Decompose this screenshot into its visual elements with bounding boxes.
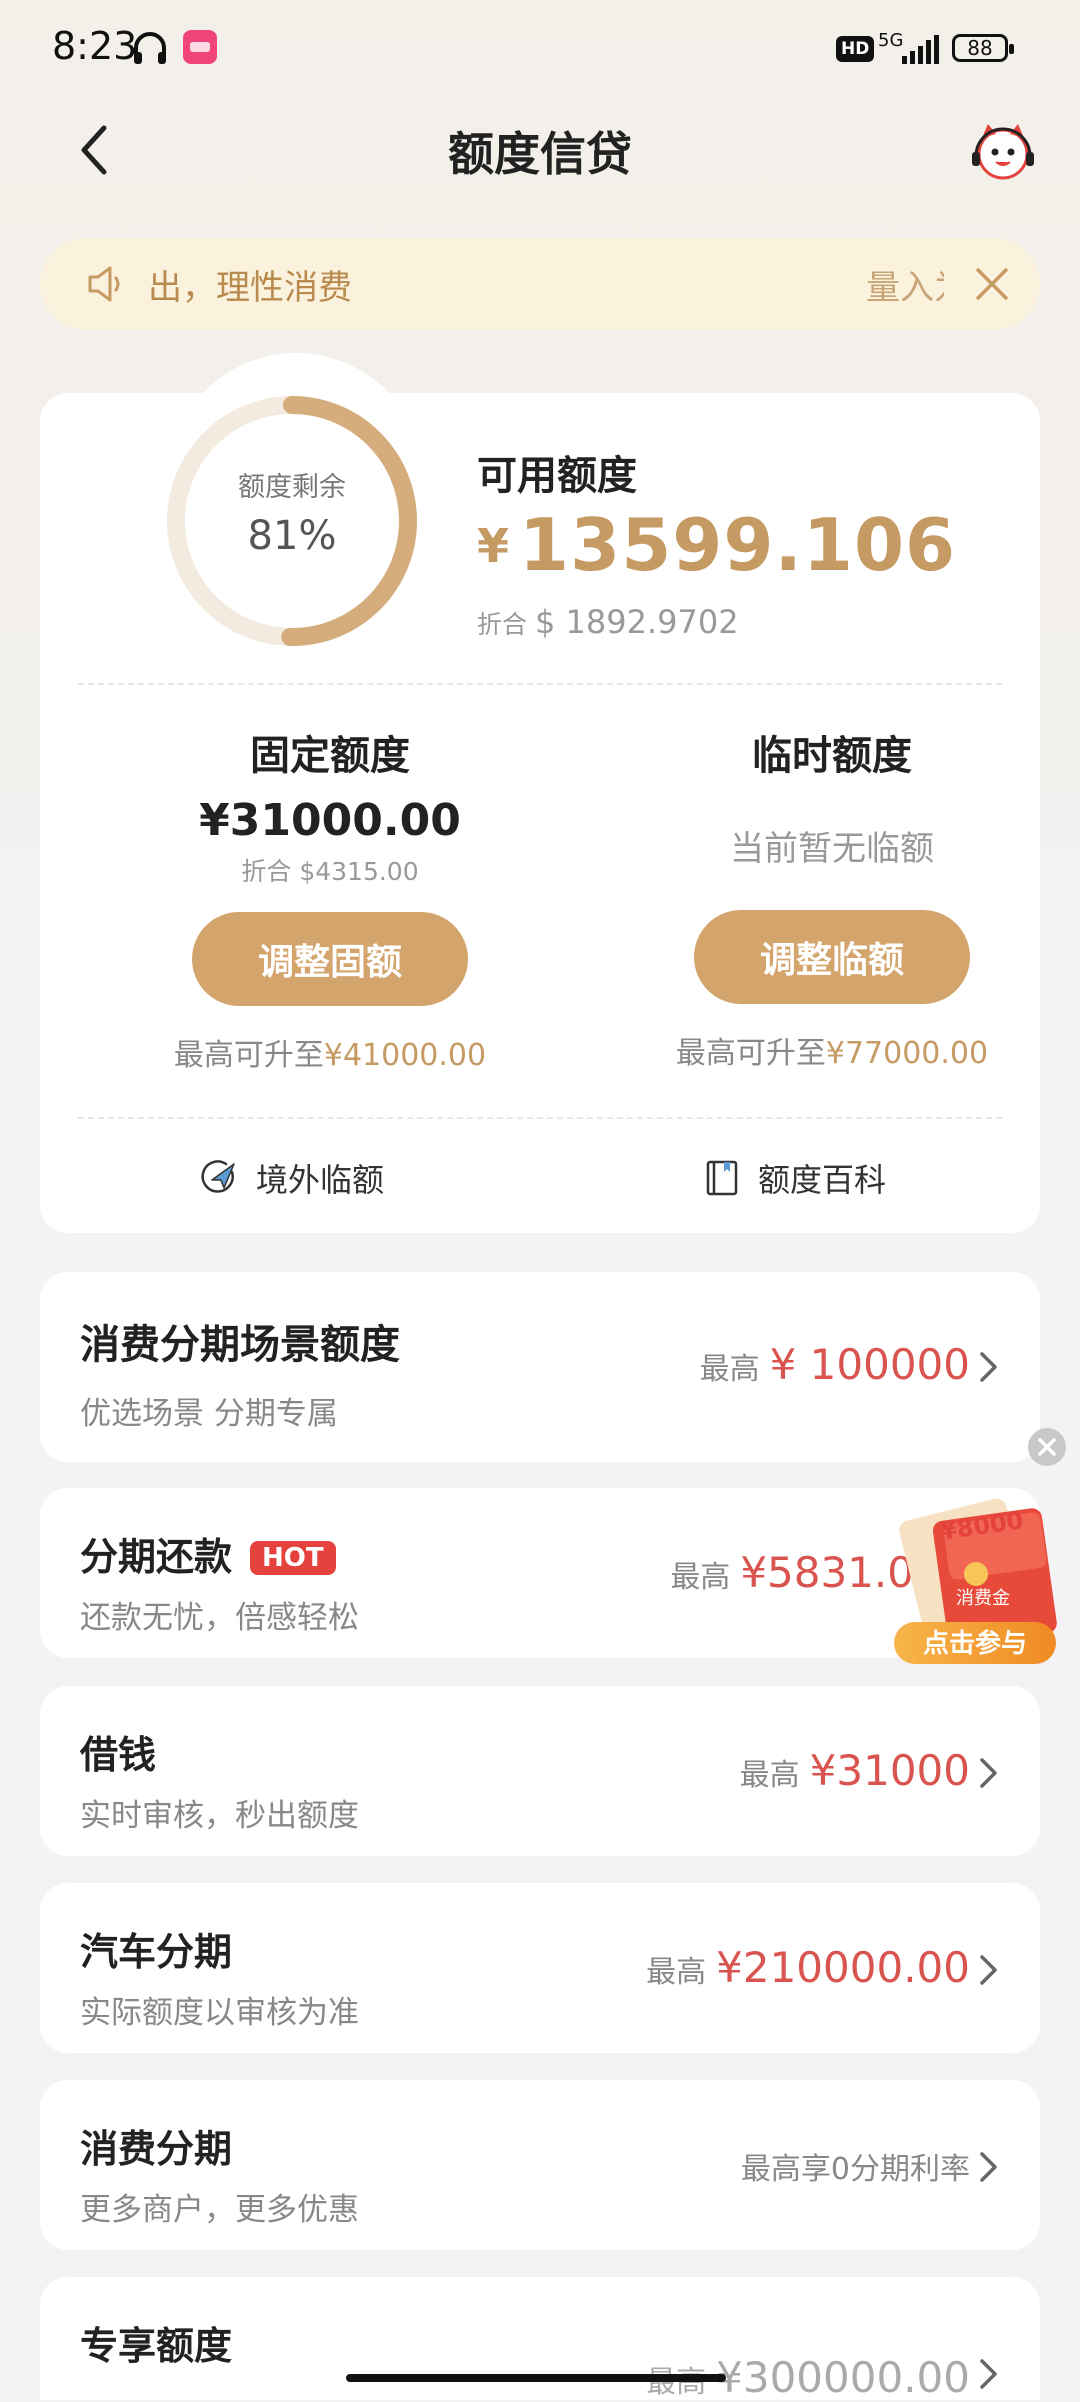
notice-text-scroll: 量入为 xyxy=(866,268,944,308)
close-icon[interactable] xyxy=(970,262,1014,306)
plane-globe-icon xyxy=(201,1160,235,1193)
item-max-prefix: 最高 xyxy=(739,1758,800,1793)
item-max: 最高享0分期利率 xyxy=(741,2144,970,2188)
item-max-prefix: 最高 xyxy=(699,1352,760,1387)
notice-text: 出，理性消费 xyxy=(148,268,352,308)
divider xyxy=(78,683,1002,685)
available-quota-label: 可用额度 xyxy=(477,453,637,499)
fixed-quota-title: 固定额度 xyxy=(250,733,410,779)
hd-badge: HD xyxy=(836,36,875,62)
status-time: 8:23 xyxy=(52,24,138,68)
item-max: 最高 ¥ 100000 xyxy=(700,1340,970,1389)
chevron-right-icon xyxy=(980,2152,997,2182)
item-max-prefix: 最高 xyxy=(646,2365,707,2400)
item-title: 借钱 xyxy=(80,1733,157,1777)
item-max-amount: ¥300000.00 xyxy=(716,2353,970,2402)
max-prefix: 最高可升至 xyxy=(173,1038,324,1073)
overseas-temp-quota-link[interactable]: 境外临额 xyxy=(200,1155,384,1201)
list-item-car-installment[interactable]: 汽车分期 实际额度以审核为准 最高 ¥210000.00 xyxy=(40,1883,1040,2053)
temp-quota-none: 当前暂无临额 xyxy=(730,829,934,869)
chevron-right-icon xyxy=(980,1352,997,1382)
item-title: 分期还款 HOT xyxy=(80,1526,336,1581)
fixed-max-upgrade: 最高可升至¥41000.00 xyxy=(130,1030,530,1074)
list-item-borrow-money[interactable]: 借钱 实时审核，秒出额度 最高 ¥31000 xyxy=(40,1686,1040,1856)
currency-symbol: ¥ xyxy=(477,519,510,573)
item-max-prefix: 最高 xyxy=(646,1955,707,1990)
temp-quota-column: 临时额度 当前暂无临额 调整临额 最高可升至¥77000.00 xyxy=(632,723,1032,1072)
item-max-prefix: 最高 xyxy=(670,1560,731,1595)
speaker-icon xyxy=(88,266,120,302)
fixed-quota-amount: ¥31000.00 xyxy=(199,795,461,846)
max-prefix: 最高可升至 xyxy=(675,1036,826,1071)
adjust-fixed-quota-button[interactable]: 调整固额 xyxy=(192,912,468,1006)
list-item-consumer-installment[interactable]: 消费分期 更多商户，更多优惠 最高享0分期利率 xyxy=(40,2080,1040,2250)
item-subtitle: 更多商户，更多优惠 xyxy=(80,2192,359,2228)
item-max-prefix: 最高享0分期利率 xyxy=(740,2152,970,2187)
book-icon xyxy=(706,1160,738,1196)
temp-max-upgrade: 最高可升至¥77000.00 xyxy=(632,1028,1032,1072)
battery-icon: 88 xyxy=(952,34,1014,62)
item-max-amount: ¥5831.0 xyxy=(740,1548,914,1597)
item-title: 汽车分期 xyxy=(80,1930,233,1974)
item-subtitle: 优选场景 分期专属 xyxy=(80,1396,338,1432)
item-title: 消费分期 xyxy=(80,2127,233,2171)
status-bar: 8:23 HD 5G 88 xyxy=(0,0,1080,96)
temp-quota-title: 临时额度 xyxy=(752,733,912,779)
fold-prefix: 折合 xyxy=(477,610,528,639)
chevron-right-icon xyxy=(980,1955,997,1985)
headphones-icon xyxy=(134,32,166,64)
max-value: ¥41000.00 xyxy=(323,1038,487,1073)
available-quota-amount: ¥13599.106 xyxy=(477,503,956,587)
promo-label: 消费金 xyxy=(956,1588,1010,1609)
ring-label: 额度剩余 xyxy=(238,472,346,503)
available-amount-value: 13599.106 xyxy=(519,503,957,587)
chevron-right-icon xyxy=(980,2359,997,2389)
item-max: 最高 ¥31000 xyxy=(740,1746,970,1795)
quota-encyclopedia-link[interactable]: 额度百科 xyxy=(702,1155,886,1201)
chevron-right-icon xyxy=(980,1758,997,1788)
app-notification-icon xyxy=(183,30,217,64)
ring-percent: 81% xyxy=(247,513,337,559)
customer-service-mascot-icon[interactable] xyxy=(968,118,1038,184)
item-max: 最高 ¥210000.00 xyxy=(646,1943,970,1992)
item-subtitle: 还款无忧，倍感轻松 xyxy=(80,1600,359,1636)
max-value: ¥77000.00 xyxy=(825,1036,989,1071)
signal-icon xyxy=(902,35,939,64)
item-max-amount: ¥ 100000 xyxy=(769,1340,970,1389)
available-fold: 折合 $ 1892.9702 xyxy=(477,603,739,641)
divider xyxy=(78,1117,1002,1119)
item-max: 最高 ¥5831.0 xyxy=(670,1548,914,1597)
item-subtitle: 实际额度以审核为准 xyxy=(80,1995,359,2031)
fixed-quota-column: 固定额度 ¥31000.00 折合 $4315.00 调整固额 最高可升至¥41… xyxy=(130,723,530,1074)
link-label: 额度百科 xyxy=(758,1161,887,1199)
fold-value: $ 1892.9702 xyxy=(535,603,739,641)
adjust-temp-quota-button[interactable]: 调整临额 xyxy=(694,910,970,1004)
item-max-amount: ¥210000.00 xyxy=(716,1943,970,1992)
item-subtitle: 实时审核，秒出额度 xyxy=(80,1798,359,1834)
item-title: 专享额度 xyxy=(80,2324,233,2368)
item-title-text: 分期还款 xyxy=(80,1535,233,1579)
home-indicator[interactable] xyxy=(346,2374,726,2382)
link-label: 境外临额 xyxy=(256,1161,385,1199)
promo-close-button[interactable] xyxy=(1028,1428,1066,1466)
notice-banner[interactable]: 出，理性消费 量入为 xyxy=(40,238,1040,330)
page-title: 额度信贷 xyxy=(448,127,632,181)
item-max-amount: ¥31000 xyxy=(809,1746,970,1795)
item-title: 消费分期场景额度 xyxy=(80,1322,400,1368)
fixed-quota-fold: 折合 $4315.00 xyxy=(241,857,419,886)
join-promo-button[interactable]: 点击参与 xyxy=(894,1622,1056,1664)
hot-badge: HOT xyxy=(250,1541,336,1575)
close-icon xyxy=(1038,1438,1056,1456)
list-item-consumer-installment-scene[interactable]: 消费分期场景额度 优选场景 分期专属 最高 ¥ 100000 xyxy=(40,1272,1040,1462)
quota-card: 额度剩余 81% 可用额度 ¥13599.106 折合 $ 1892.9702 固… xyxy=(40,353,1040,1233)
